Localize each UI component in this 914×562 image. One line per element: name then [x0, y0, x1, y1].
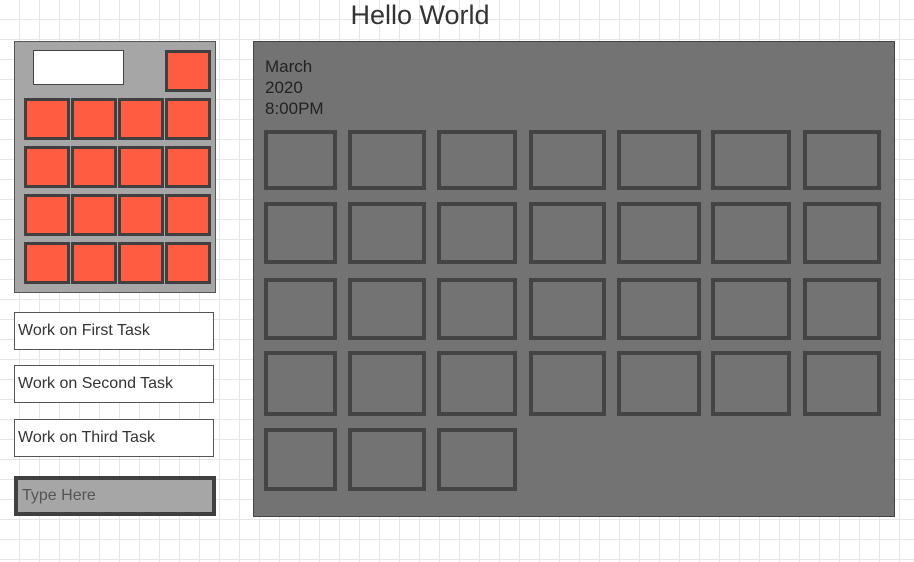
- calendar-day-cell[interactable]: [264, 202, 337, 264]
- calendar-day-cell[interactable]: [711, 351, 791, 416]
- keypad-key-r2-c3[interactable]: [118, 146, 164, 188]
- calendar-header: March 2020 8:00PM: [265, 56, 324, 119]
- calendar-day-cell[interactable]: [348, 130, 426, 190]
- keypad-key-r4-c1[interactable]: [24, 242, 70, 284]
- keypad-key-r2-c1[interactable]: [24, 146, 70, 188]
- calendar-day-cell[interactable]: [264, 428, 337, 491]
- calendar-day-cell[interactable]: [617, 278, 701, 340]
- calendar-day-cell[interactable]: [617, 351, 701, 416]
- calendar-day-cell[interactable]: [437, 130, 517, 190]
- calendar-day-cell[interactable]: [803, 202, 881, 264]
- calendar-day-cell[interactable]: [529, 278, 606, 340]
- calendar-day-cell[interactable]: [437, 351, 517, 416]
- keypad-key-r1-c2[interactable]: [71, 98, 117, 140]
- calendar-day-cell[interactable]: [348, 278, 426, 340]
- calendar-day-cell[interactable]: [437, 278, 517, 340]
- calendar-year: 2020: [265, 78, 303, 97]
- calendar-day-cell[interactable]: [348, 351, 426, 416]
- calendar-day-cell[interactable]: [803, 278, 881, 340]
- calendar-time: 8:00PM: [265, 99, 324, 118]
- keypad-key-r4-c2[interactable]: [71, 242, 117, 284]
- calendar-panel: March 2020 8:00PM: [253, 41, 895, 517]
- calendar-day-cell[interactable]: [803, 351, 881, 416]
- calendar-day-cell[interactable]: [264, 278, 337, 340]
- keypad-key-r3-c4[interactable]: [165, 194, 211, 236]
- task-item-second[interactable]: Work on Second Task: [14, 365, 214, 403]
- calendar-day-cell[interactable]: [617, 202, 701, 264]
- calendar-day-cell[interactable]: [711, 130, 791, 190]
- calendar-day-cell[interactable]: [803, 130, 881, 190]
- page-title: Hello World: [350, 0, 490, 30]
- keypad-key-r2-c4[interactable]: [165, 146, 211, 188]
- calendar-day-cell[interactable]: [348, 428, 426, 491]
- calendar-day-cell[interactable]: [264, 351, 337, 416]
- calendar-day-cell[interactable]: [529, 130, 606, 190]
- calendar-day-cell[interactable]: [264, 130, 337, 190]
- calendar-day-cell[interactable]: [529, 351, 606, 416]
- keypad-key-top[interactable]: [165, 50, 211, 92]
- keypad-key-r1-c3[interactable]: [118, 98, 164, 140]
- task-item-third[interactable]: Work on Third Task: [14, 419, 214, 457]
- calendar-day-cell[interactable]: [437, 202, 517, 264]
- type-here-input[interactable]: [14, 476, 216, 516]
- keypad-key-r4-c3[interactable]: [118, 242, 164, 284]
- keypad-display: [33, 50, 124, 85]
- keypad-key-r2-c2[interactable]: [71, 146, 117, 188]
- keypad-key-r3-c2[interactable]: [71, 194, 117, 236]
- calendar-day-cell[interactable]: [437, 428, 517, 491]
- keypad-key-r3-c3[interactable]: [118, 194, 164, 236]
- calendar-day-cell[interactable]: [348, 202, 426, 264]
- keypad-key-r4-c4[interactable]: [165, 242, 211, 284]
- keypad-key-r1-c4[interactable]: [165, 98, 211, 140]
- keypad-panel: [14, 41, 216, 293]
- calendar-day-cell[interactable]: [711, 278, 791, 340]
- calendar-day-cell[interactable]: [617, 130, 701, 190]
- calendar-day-cell[interactable]: [529, 202, 606, 264]
- calendar-month: March: [265, 57, 313, 76]
- keypad-key-r3-c1[interactable]: [24, 194, 70, 236]
- task-item-first[interactable]: Work on First Task: [14, 312, 214, 350]
- keypad-key-r1-c1[interactable]: [24, 98, 70, 140]
- calendar-day-cell[interactable]: [711, 202, 791, 264]
